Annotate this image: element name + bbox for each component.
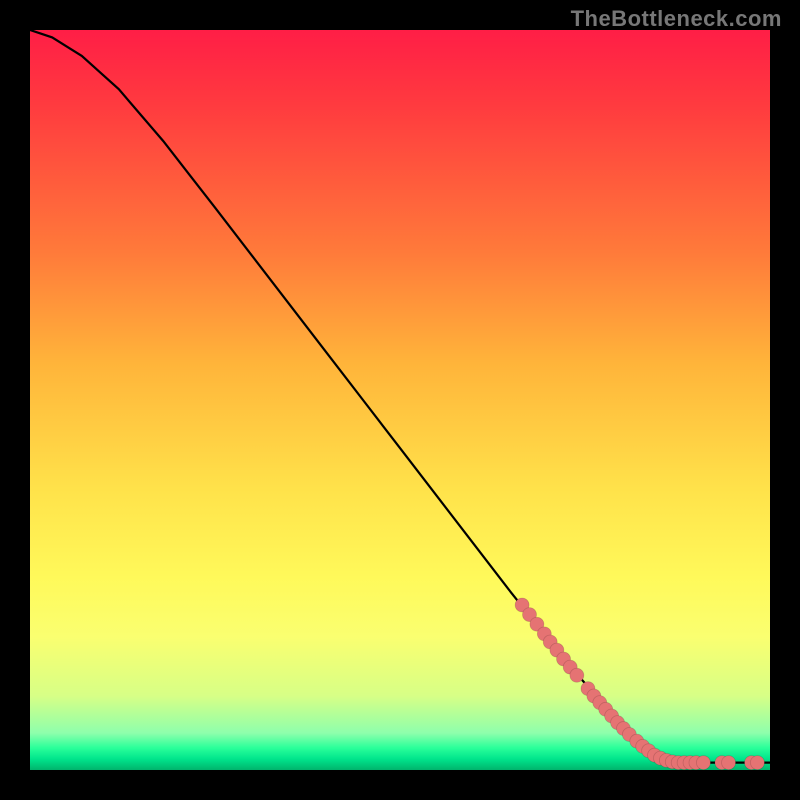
- chart-frame: TheBottleneck.com: [0, 0, 800, 800]
- data-marker: [722, 756, 736, 770]
- data-marker: [570, 668, 584, 682]
- data-marker: [750, 756, 764, 770]
- curve-line: [30, 30, 770, 763]
- data-marker: [696, 756, 710, 770]
- chart-svg: [30, 30, 770, 770]
- watermark-text: TheBottleneck.com: [571, 6, 782, 32]
- markers-group: [515, 598, 764, 770]
- plot-area: [30, 30, 770, 770]
